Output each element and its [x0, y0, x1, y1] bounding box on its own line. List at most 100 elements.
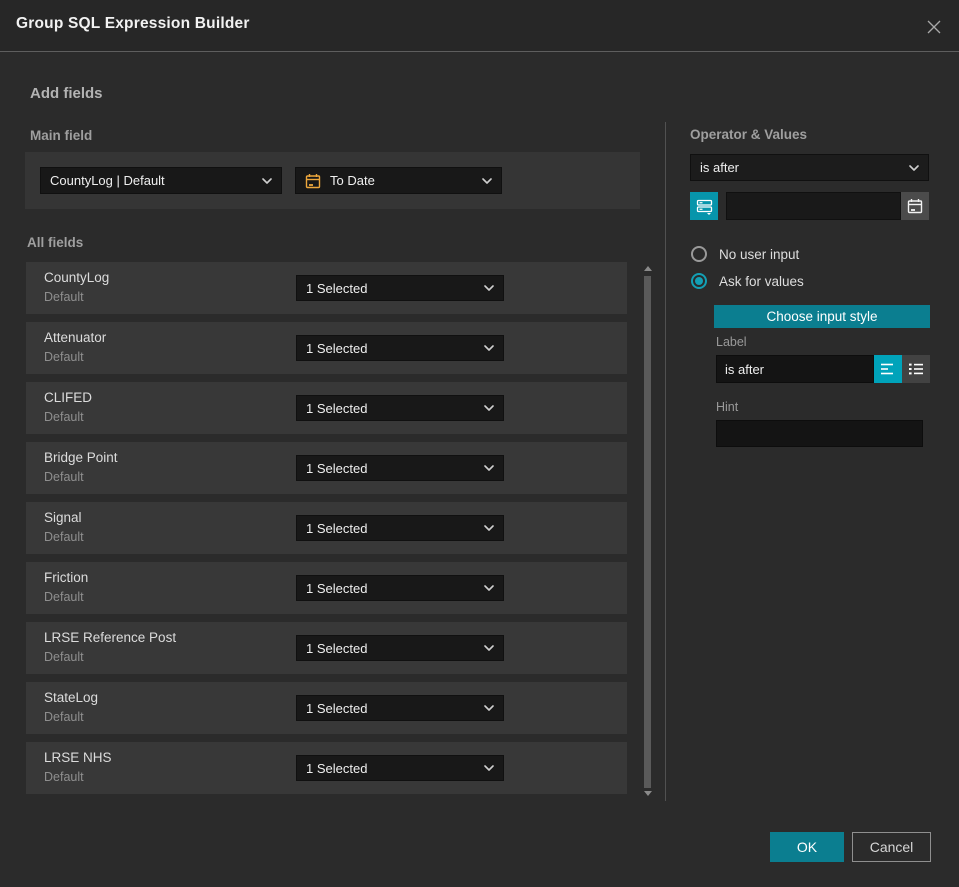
stacked-values-icon [696, 199, 712, 215]
field-selected-dropdown[interactable]: 1 Selected [296, 275, 504, 301]
label-caption: Label [716, 335, 747, 349]
radio-ask-for-values[interactable]: Ask for values [691, 273, 804, 289]
hint-input[interactable] [716, 420, 923, 447]
panel-divider [665, 122, 666, 801]
field-name: CLIFED [44, 390, 93, 405]
field-row-countylog: CountyLog Default 1 Selected [26, 262, 627, 314]
radio-off-icon [691, 246, 707, 262]
chevron-down-icon [484, 585, 494, 591]
chevron-down-icon [262, 177, 272, 184]
group-sql-expression-builder-dialog: Group SQL Expression Builder Add fields … [0, 0, 959, 887]
list-scrollbar[interactable] [641, 262, 654, 800]
field-subtype: Default [44, 650, 84, 664]
radio-label: Ask for values [719, 273, 804, 289]
chevron-down-icon [484, 345, 494, 351]
field-name: Signal [44, 510, 82, 525]
field-row-clifed: CLIFED Default 1 Selected [26, 382, 627, 434]
selected-count: 1 Selected [306, 580, 368, 596]
chevron-down-icon [482, 177, 492, 184]
align-left-icon [881, 363, 893, 375]
field-subtype: Default [44, 590, 84, 604]
selected-count: 1 Selected [306, 700, 368, 716]
field-selected-dropdown[interactable]: 1 Selected [296, 635, 504, 661]
close-icon[interactable] [922, 15, 946, 39]
selected-count: 1 Selected [306, 460, 368, 476]
scroll-up-icon[interactable] [644, 266, 652, 271]
dialog-title: Group SQL Expression Builder [16, 15, 250, 32]
choose-input-style-button[interactable]: Choose input style [714, 305, 930, 328]
field-subtype: Default [44, 470, 84, 484]
field-name: Bridge Point [44, 450, 118, 465]
field-selected-dropdown[interactable]: 1 Selected [296, 335, 504, 361]
selected-count: 1 Selected [306, 520, 368, 536]
radio-label: No user input [719, 246, 800, 262]
field-selected-dropdown[interactable]: 1 Selected [296, 455, 504, 481]
field-subtype: Default [44, 290, 84, 304]
field-selected-dropdown[interactable]: 1 Selected [296, 575, 504, 601]
chevron-down-icon [484, 645, 494, 651]
date-picker-button[interactable] [901, 192, 929, 220]
field-selected-dropdown[interactable]: 1 Selected [296, 395, 504, 421]
chevron-down-icon [484, 525, 494, 531]
selected-count: 1 Selected [306, 280, 368, 296]
calendar-icon [907, 198, 923, 214]
cancel-button[interactable]: Cancel [852, 832, 931, 862]
field-name: CountyLog [44, 270, 110, 285]
add-fields-heading: Add fields [30, 85, 103, 102]
field-row-signal: Signal Default 1 Selected [26, 502, 627, 554]
selected-count: 1 Selected [306, 340, 368, 356]
field-row-bridge-point: Bridge Point Default 1 Selected [26, 442, 627, 494]
chevron-down-icon [484, 465, 494, 471]
all-fields-list: CountyLog Default 1 Selected Attenuator … [26, 262, 627, 802]
selected-count: 1 Selected [306, 760, 368, 776]
chevron-down-icon [484, 405, 494, 411]
field-subtype: Default [44, 350, 84, 364]
field-row-statelog: StateLog Default 1 Selected [26, 682, 627, 734]
field-name: Friction [44, 570, 89, 585]
single-line-style-button[interactable] [874, 355, 902, 383]
scroll-down-icon[interactable] [644, 791, 652, 796]
field-selected-dropdown[interactable]: 1 Selected [296, 515, 504, 541]
bullet-list-icon [909, 363, 923, 375]
scrollbar-thumb[interactable] [644, 276, 651, 788]
field-row-lrse-reference-post: LRSE Reference Post Default 1 Selected [26, 622, 627, 674]
radio-no-user-input[interactable]: No user input [691, 246, 799, 262]
operator-select[interactable]: is after [690, 154, 929, 181]
label-input[interactable] [716, 355, 874, 383]
field-row-attenuator: Attenuator Default 1 Selected [26, 322, 627, 374]
field-name: LRSE Reference Post [44, 630, 177, 645]
operator-values-heading: Operator & Values [690, 127, 808, 142]
ok-button[interactable]: OK [770, 832, 844, 862]
field-subtype: Default [44, 410, 84, 424]
main-field-panel: CountyLog | Default To Date [25, 152, 640, 209]
unique-values-button[interactable] [690, 192, 718, 220]
hint-caption: Hint [716, 400, 739, 414]
selected-count: 1 Selected [306, 640, 368, 656]
field-row-lrse-nhs: LRSE NHS Default 1 Selected [26, 742, 627, 794]
field-row-friction: Friction Default 1 Selected [26, 562, 627, 614]
main-field-select-value: CountyLog | Default [50, 173, 165, 188]
main-field-type-value: To Date [330, 173, 375, 188]
selected-count: 1 Selected [306, 400, 368, 416]
list-style-button[interactable] [902, 355, 930, 383]
field-selected-dropdown[interactable]: 1 Selected [296, 695, 504, 721]
date-value-input[interactable] [726, 192, 901, 220]
chevron-down-icon [484, 285, 494, 291]
dialog-titlebar: Group SQL Expression Builder [0, 0, 959, 52]
main-field-type-select[interactable]: To Date [295, 167, 502, 194]
calendar-icon [305, 172, 321, 189]
main-field-select[interactable]: CountyLog | Default [40, 167, 282, 194]
field-subtype: Default [44, 770, 84, 784]
field-name: Attenuator [44, 330, 107, 345]
chevron-down-icon [909, 164, 919, 171]
field-subtype: Default [44, 710, 84, 724]
field-name: StateLog [44, 690, 99, 705]
operator-select-value: is after [700, 160, 740, 175]
chevron-down-icon [484, 765, 494, 771]
all-fields-heading: All fields [27, 235, 84, 250]
chevron-down-icon [484, 705, 494, 711]
radio-on-icon [691, 273, 707, 289]
field-subtype: Default [44, 530, 84, 544]
field-selected-dropdown[interactable]: 1 Selected [296, 755, 504, 781]
field-name: LRSE NHS [44, 750, 112, 765]
